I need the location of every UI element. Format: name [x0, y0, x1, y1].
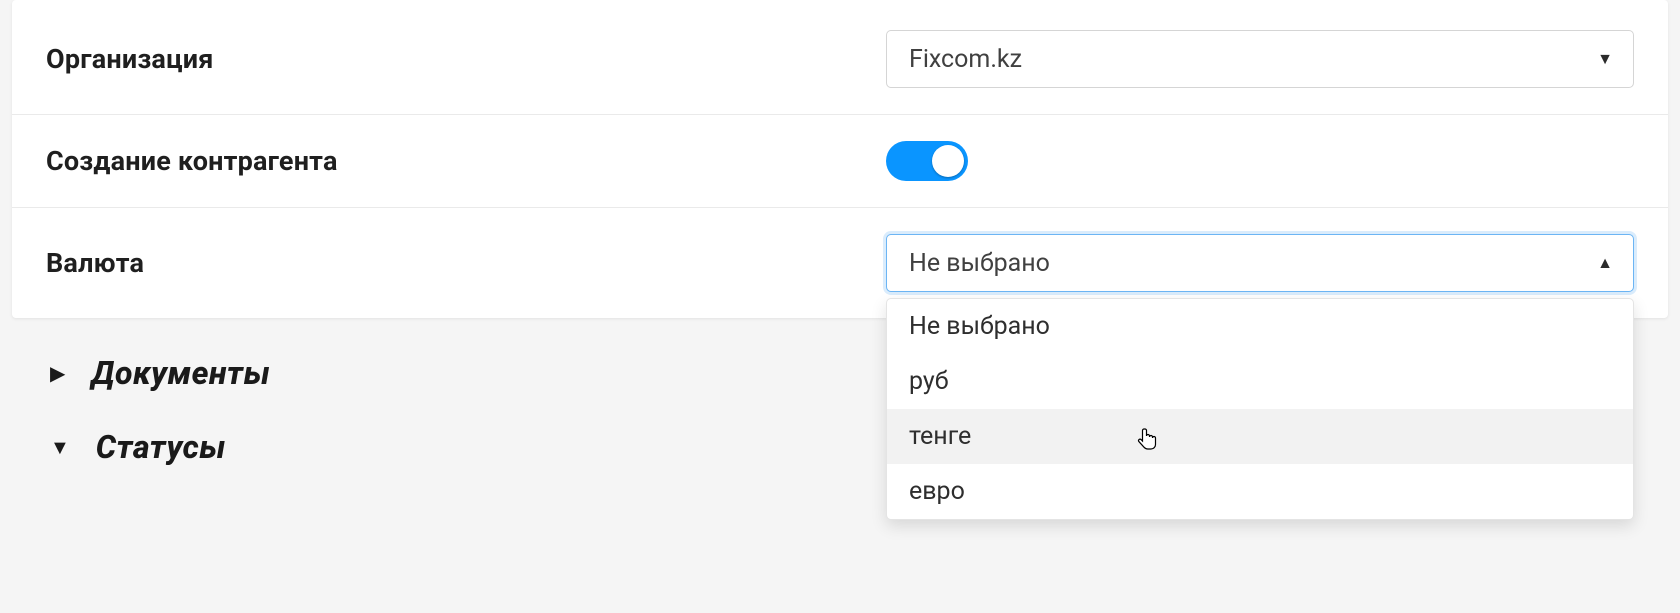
currency-label: Валюта	[46, 247, 886, 279]
currency-control: Не выбрано ▲ Не выбрано руб тенге евро	[886, 234, 1634, 292]
currency-option-3[interactable]: евро	[887, 464, 1633, 519]
currency-select-value: Не выбрано	[909, 249, 1050, 278]
currency-option-0[interactable]: Не выбрано	[887, 299, 1633, 354]
row-create-counterparty: Создание контрагента	[12, 115, 1668, 208]
settings-card: Организация Fixcom.kz ▼ Создание контраг…	[12, 0, 1668, 318]
toggle-knob	[932, 145, 964, 177]
chevron-right-icon: ▶	[50, 361, 65, 385]
create-counterparty-toggle[interactable]	[886, 141, 968, 181]
organization-label: Организация	[46, 43, 886, 75]
row-currency: Валюта Не выбрано ▲ Не выбрано руб тенге…	[12, 208, 1668, 318]
caret-up-icon: ▲	[1597, 253, 1613, 273]
organization-select-value: Fixcom.kz	[909, 45, 1022, 74]
currency-dropdown: Не выбрано руб тенге евро	[886, 298, 1634, 520]
caret-down-icon: ▼	[1597, 49, 1613, 69]
row-organization: Организация Fixcom.kz ▼	[12, 4, 1668, 115]
chevron-down-icon: ▼	[50, 435, 70, 460]
currency-option-1[interactable]: руб	[887, 354, 1633, 409]
organization-control: Fixcom.kz ▼	[886, 30, 1634, 88]
organization-select[interactable]: Fixcom.kz ▼	[886, 30, 1634, 88]
create-counterparty-control	[886, 141, 1634, 181]
section-documents-title: Документы	[91, 354, 270, 392]
currency-select[interactable]: Не выбрано ▲	[886, 234, 1634, 292]
currency-option-2[interactable]: тенге	[887, 409, 1633, 464]
create-counterparty-label: Создание контрагента	[46, 145, 886, 177]
section-statuses-title: Статусы	[96, 428, 226, 466]
